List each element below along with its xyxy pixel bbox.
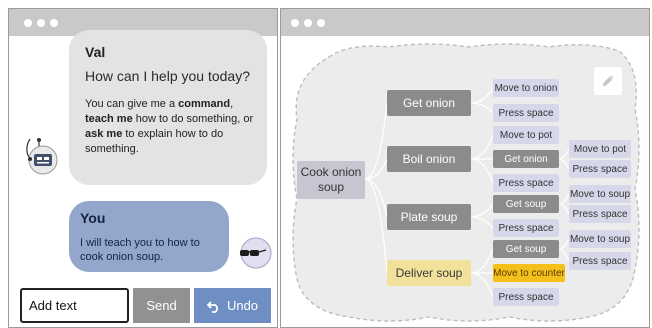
action-node[interactable]: Press space	[493, 174, 559, 192]
agent-message-bubble: Val How can I help you today? You can gi…	[69, 30, 267, 185]
send-button-label: Send	[146, 298, 177, 313]
window-control-dot[interactable]	[304, 19, 312, 27]
user-message-bubble: You I will teach you to how to cook onio…	[69, 201, 229, 272]
root-task-node[interactable]: Cook onion soup	[297, 161, 365, 199]
chat-window: Val How can I help you today? You can gi…	[8, 8, 278, 328]
action-node[interactable]: Press space	[493, 104, 559, 122]
agent-help-text: You can give me a command, teach me how …	[85, 98, 254, 155]
action-node[interactable]: Press space	[569, 160, 631, 178]
action-node[interactable]: Press space	[569, 205, 631, 223]
undo-button-label: Undo	[226, 298, 259, 313]
action-node[interactable]: Move to soup	[569, 230, 631, 248]
pencil-icon	[602, 75, 614, 87]
action-node-highlighted[interactable]: Move to counter	[493, 264, 565, 282]
undo-button[interactable]: Undo	[194, 288, 271, 323]
action-node[interactable]: Move to pot	[493, 126, 559, 144]
user-name: You	[80, 210, 106, 226]
agent-name: Val	[85, 44, 106, 60]
user-avatar-icon	[240, 237, 272, 269]
undo-arrow-icon	[206, 300, 218, 313]
action-node[interactable]: Press space	[493, 288, 559, 306]
action-node[interactable]: Press space	[569, 252, 631, 270]
task-tree-canvas: Cook onion soup Get onion Boil onion Pla…	[289, 39, 641, 323]
subtask-node-deliver-soup[interactable]: Deliver soup	[387, 260, 471, 286]
action-node[interactable]: Move to onion	[493, 79, 559, 97]
subtask-node-get-onion[interactable]: Get onion	[387, 90, 471, 116]
agent-greeting: How can I help you today?	[85, 68, 250, 84]
action-node[interactable]: Press space	[493, 219, 559, 237]
send-button[interactable]: Send	[133, 288, 190, 323]
window-control-dot[interactable]	[24, 19, 32, 27]
robot-avatar-icon	[26, 138, 58, 175]
subtask-node-plate-soup[interactable]: Plate soup	[387, 204, 471, 230]
subtask-node-boil-onion[interactable]: Boil onion	[387, 146, 471, 172]
message-input[interactable]: Add text	[20, 288, 129, 323]
task-tree-window: Cook onion soup Get onion Boil onion Pla…	[280, 8, 650, 328]
window-control-dot[interactable]	[50, 19, 58, 27]
window-control-dot[interactable]	[291, 19, 299, 27]
action-node-expandable[interactable]: Get soup	[493, 240, 559, 258]
window-control-dot[interactable]	[37, 19, 45, 27]
action-node-expandable[interactable]: Get soup	[493, 195, 559, 213]
action-node[interactable]: Move to pot	[569, 140, 631, 158]
window-control-dot[interactable]	[317, 19, 325, 27]
task-tree-titlebar	[281, 9, 649, 36]
action-node[interactable]: Move to soup	[569, 185, 631, 203]
action-node-expandable[interactable]: Get onion	[493, 150, 559, 168]
edit-button[interactable]	[594, 67, 622, 95]
user-message-text: I will teach you to how to cook onion so…	[80, 237, 200, 263]
